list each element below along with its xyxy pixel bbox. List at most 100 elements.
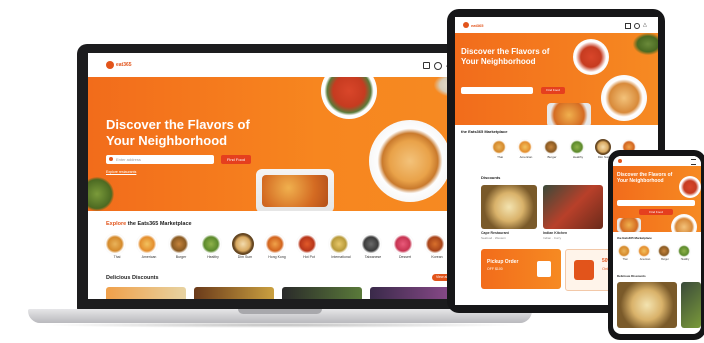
dessert-category-icon bbox=[392, 233, 414, 255]
restaurant-card[interactable] bbox=[543, 185, 603, 229]
burger-category-icon bbox=[657, 244, 671, 258]
korean-category-icon bbox=[424, 233, 446, 255]
discount-card[interactable] bbox=[681, 282, 701, 328]
user-icon[interactable]: △ bbox=[643, 22, 647, 28]
address-search-input[interactable]: Enter address bbox=[106, 155, 214, 164]
category-label: American bbox=[639, 258, 651, 261]
restaurant-name: Cape Restaurant bbox=[481, 231, 509, 235]
category-label: International bbox=[331, 255, 351, 259]
thai-category-icon bbox=[617, 244, 631, 258]
herb-corner-image bbox=[633, 33, 658, 55]
phone-screen: Discover the Flavors of Your Neighborhoo… bbox=[613, 156, 701, 334]
category-item[interactable]: Burger bbox=[543, 139, 561, 159]
gift-icon bbox=[574, 260, 594, 280]
category-label: Burger bbox=[661, 258, 669, 261]
category-label: Burger bbox=[175, 255, 187, 259]
logo-icon[interactable] bbox=[463, 22, 469, 28]
pickup-promo-banner[interactable]: Pickup Order OFF $100 bbox=[481, 249, 561, 289]
location-pin-icon bbox=[109, 157, 113, 161]
category-label: Thai bbox=[622, 258, 628, 261]
restaurant-card[interactable] bbox=[481, 185, 537, 229]
discount-card[interactable] bbox=[282, 287, 362, 299]
healthy-category-icon bbox=[677, 244, 691, 258]
category-item[interactable]: Hot Pot bbox=[296, 233, 322, 259]
international-category-icon bbox=[328, 233, 350, 255]
discount-card[interactable] bbox=[370, 287, 452, 299]
category-item[interactable]: Hong Kong bbox=[264, 233, 290, 259]
thai-category-icon bbox=[104, 233, 126, 255]
category-label: Healthy bbox=[207, 255, 219, 259]
globe-icon[interactable] bbox=[434, 62, 442, 70]
shopping-bag-icon bbox=[537, 261, 551, 277]
laptop-navbar: eat365 △ bbox=[88, 53, 472, 77]
category-item[interactable]: Thai bbox=[491, 139, 509, 159]
tablet-navbar: eat365 △ bbox=[455, 17, 658, 33]
logo-icon[interactable] bbox=[106, 61, 114, 69]
category-label: Thai bbox=[497, 155, 503, 159]
restaurant-name: Indian Kitchen bbox=[543, 231, 568, 235]
category-item[interactable]: Dim Sum bbox=[232, 233, 258, 259]
logo-text[interactable]: eat365 bbox=[116, 62, 132, 68]
category-label: Healthy bbox=[572, 155, 584, 159]
logo-icon[interactable] bbox=[618, 159, 622, 163]
phone-hero: Discover the Flavors of Your Neighborhoo… bbox=[613, 166, 701, 232]
category-item[interactable]: Taiwanese bbox=[360, 233, 386, 259]
burger-category-icon bbox=[543, 139, 559, 155]
discount-card[interactable] bbox=[617, 282, 677, 328]
american-category-icon bbox=[637, 244, 651, 258]
cart-icon[interactable] bbox=[625, 23, 631, 29]
address-search-input[interactable] bbox=[461, 87, 533, 94]
cart-icon[interactable] bbox=[423, 62, 430, 69]
marketplace-title: the Eats365 Marketplace bbox=[461, 129, 508, 134]
dim-sum-category-icon bbox=[232, 233, 254, 255]
find-food-button[interactable]: Find Food bbox=[541, 87, 565, 94]
marketplace-title: the Eats365 Marketplace bbox=[617, 236, 652, 240]
category-item[interactable]: American bbox=[136, 233, 162, 259]
tablet-hero: Discover the Flavors of Your Neighborhoo… bbox=[455, 33, 658, 125]
restaurant-sub: Seafood · Western bbox=[481, 236, 506, 240]
category-item[interactable]: Thai bbox=[617, 244, 633, 261]
taiwanese-category-icon bbox=[360, 233, 382, 255]
noodle-bowl-image bbox=[601, 75, 647, 121]
explore-link[interactable]: Explore restaurants bbox=[106, 170, 136, 174]
category-item[interactable]: Burger bbox=[168, 233, 194, 259]
find-food-button[interactable]: Find Food bbox=[221, 155, 251, 164]
category-item[interactable]: Healthy bbox=[569, 139, 587, 159]
discount-card[interactable] bbox=[106, 287, 186, 299]
category-item[interactable]: American bbox=[517, 139, 535, 159]
healthy-category-icon bbox=[569, 139, 585, 155]
category-item[interactable]: American bbox=[637, 244, 653, 261]
curry-bowl-image bbox=[679, 176, 701, 198]
globe-icon[interactable] bbox=[634, 23, 640, 29]
hero-title: Discover the Flavors of Your Neighborhoo… bbox=[617, 172, 673, 184]
category-label: Dessert bbox=[398, 255, 412, 259]
laptop-trackpad-notch bbox=[238, 309, 322, 314]
discounts-title: Delicious Discounts bbox=[106, 275, 159, 281]
category-item[interactable]: Burger bbox=[657, 244, 673, 261]
dim-sum-category-icon bbox=[595, 139, 611, 155]
laptop-screen: eat365 △ Discover the Flavors of Your Ne… bbox=[88, 53, 472, 299]
category-item[interactable]: Healthy bbox=[677, 244, 693, 261]
promo-title: Pickup Order bbox=[487, 259, 519, 265]
curry-bowl-image bbox=[573, 39, 609, 75]
marketplace-prefix: Explore bbox=[106, 221, 127, 227]
discount-card[interactable] bbox=[194, 287, 274, 299]
curry-bowl-image bbox=[321, 77, 377, 119]
find-food-button[interactable]: Find Food bbox=[639, 209, 673, 215]
lasagna-dish-image bbox=[547, 103, 591, 125]
category-label: Dim Sum bbox=[237, 255, 253, 259]
address-search-input[interactable] bbox=[617, 200, 695, 206]
discounts-title: Discounts bbox=[481, 175, 501, 180]
marketplace-title-text: the Eats365 Marketplace bbox=[127, 221, 192, 227]
lasagna-dish-image bbox=[256, 169, 334, 211]
phone-navbar bbox=[613, 156, 701, 166]
logo-text[interactable]: eat365 bbox=[471, 23, 483, 28]
american-category-icon bbox=[136, 233, 158, 255]
category-item[interactable]: Dessert bbox=[392, 233, 418, 259]
category-item[interactable]: Thai bbox=[104, 233, 130, 259]
category-item[interactable]: International bbox=[328, 233, 354, 259]
category-item[interactable]: Healthy bbox=[200, 233, 226, 259]
menu-icon[interactable] bbox=[691, 159, 696, 165]
hong-kong-category-icon bbox=[264, 233, 286, 255]
category-label: Hot Pot bbox=[303, 255, 315, 259]
